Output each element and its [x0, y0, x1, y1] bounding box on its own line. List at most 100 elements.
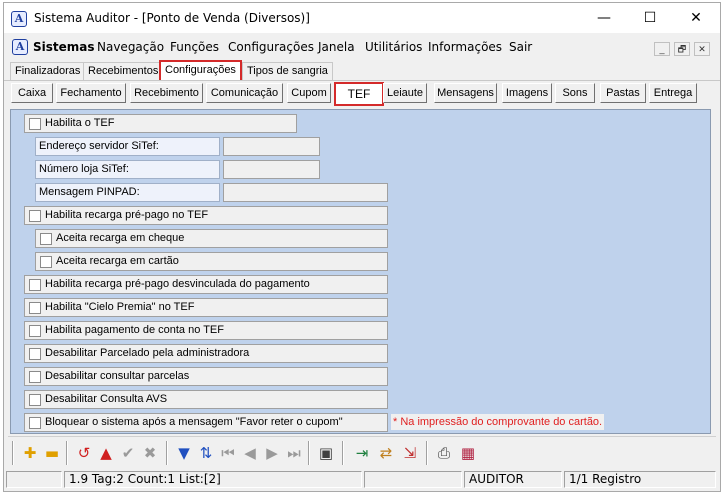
sort-icon[interactable]: ⇅: [196, 443, 216, 463]
export-icon[interactable]: ⇥: [352, 443, 372, 463]
checkbox-box[interactable]: [29, 371, 41, 383]
window-icon[interactable]: ▣: [316, 443, 336, 463]
prev-icon[interactable]: ◀: [240, 443, 260, 463]
desabilitar-avs-checkbox[interactable]: Desabilitar Consulta AVS: [24, 390, 388, 409]
checkbox-box[interactable]: [29, 417, 41, 429]
import-icon[interactable]: ⇄: [376, 443, 396, 463]
menu-funcoes[interactable]: Funções: [170, 40, 219, 54]
menu-configuracoes[interactable]: Configurações: [228, 40, 314, 54]
recarga-desvinculada-checkbox[interactable]: Habilita recarga pré-pago desvinculada d…: [24, 275, 388, 294]
checkbox-box[interactable]: [40, 233, 52, 245]
checkbox-box[interactable]: [29, 325, 41, 337]
bloquear-sistema-note: * Na impressão do comprovante do cartão.: [391, 414, 605, 430]
alert-icon[interactable]: ▲: [96, 443, 116, 463]
menu-sair[interactable]: Sair: [509, 40, 532, 54]
toolbar-separator: [342, 441, 344, 465]
habilita-tef-checkbox[interactable]: Habilita o TEF: [24, 114, 297, 133]
filter-icon[interactable]: ▼: [174, 443, 194, 463]
toolbar-separator: [166, 441, 168, 465]
tab-entrega[interactable]: Entrega: [649, 83, 697, 103]
recarga-prepago-checkbox[interactable]: Habilita recarga pré-pago no TEF: [24, 206, 388, 225]
checkbox-label: Desabilitar consultar parcelas: [45, 370, 190, 382]
print-icon[interactable]: ⎙: [434, 443, 454, 463]
checkbox-box[interactable]: [29, 210, 41, 222]
checkbox-label: Aceita recarga em cartão: [56, 255, 179, 267]
window-title: Sistema Auditor - [Ponto de Venda (Diver…: [34, 11, 310, 25]
tab-tipos-de-sangria[interactable]: Tipos de sangria: [242, 62, 333, 80]
checkbox-box[interactable]: [29, 302, 41, 314]
main-window: A Sistema Auditor - [Ponto de Venda (Div…: [3, 2, 721, 492]
status-bar: 1.9 Tag:2 Count:1 List:[2] AUDITOR 1/1 R…: [4, 469, 720, 491]
toolbar-separator: [66, 441, 68, 465]
transfer-icon[interactable]: ⇲: [400, 443, 420, 463]
cielo-premia-checkbox[interactable]: Habilita "Cielo Premia" no TEF: [24, 298, 388, 317]
endereco-servidor-label: Endereço servidor SiTef:: [35, 137, 220, 156]
mdi-close-button[interactable]: ✕: [694, 42, 710, 56]
checkbox-box[interactable]: [29, 394, 41, 406]
mensagem-pinpad-label: Mensagem PINPAD:: [35, 183, 220, 202]
tab-fechamento[interactable]: Fechamento: [56, 83, 126, 103]
maximize-button[interactable]: ☐: [627, 3, 673, 33]
checkbox-box[interactable]: [29, 279, 41, 291]
status-info: 1.9 Tag:2 Count:1 List:[2]: [64, 471, 362, 488]
calendar-icon[interactable]: ▦: [458, 443, 478, 463]
aceita-recarga-cheque-checkbox[interactable]: Aceita recarga em cheque: [35, 229, 388, 248]
checkbox-box[interactable]: [29, 118, 41, 130]
menu-janela[interactable]: Janela: [318, 40, 355, 54]
tab-sons[interactable]: Sons: [555, 83, 595, 103]
tab-recebimento[interactable]: Recebimento: [130, 83, 203, 103]
next-icon[interactable]: ▶: [262, 443, 282, 463]
remove-icon[interactable]: ▬: [42, 443, 62, 463]
checkbox-box[interactable]: [40, 256, 52, 268]
checkbox-box[interactable]: [29, 348, 41, 360]
checkbox-label: Habilita "Cielo Premia" no TEF: [45, 301, 195, 313]
tab-configuracoes[interactable]: Configurações: [159, 60, 242, 80]
checkbox-label: Habilita o TEF: [45, 117, 115, 129]
tab-imagens[interactable]: Imagens: [502, 83, 552, 103]
secondary-tab-strip: Caixa Fechamento Recebimento Comunicação…: [4, 81, 720, 107]
tab-pastas[interactable]: Pastas: [600, 83, 646, 103]
toolbar-separator: [426, 441, 428, 465]
sistemas-logo-icon: A: [12, 39, 28, 55]
checkbox-label: Habilita pagamento de conta no TEF: [45, 324, 224, 336]
first-icon[interactable]: ⏮: [218, 443, 238, 463]
status-record: 1/1 Registro: [564, 471, 716, 488]
bloquear-sistema-checkbox[interactable]: Bloquear o sistema após a mensagem "Favo…: [24, 413, 388, 432]
confirm-icon[interactable]: ✔: [118, 443, 138, 463]
mensagem-pinpad-input[interactable]: [223, 183, 388, 202]
minimize-button[interactable]: —: [581, 3, 627, 33]
menu-navegacao[interactable]: Navegação: [97, 40, 164, 54]
numero-loja-input[interactable]: [223, 160, 320, 179]
checkbox-label: Desabilitar Consulta AVS: [45, 393, 168, 405]
checkbox-label: Desabilitar Parcelado pela administrador…: [45, 347, 250, 359]
desabilitar-parcelado-checkbox[interactable]: Desabilitar Parcelado pela administrador…: [24, 344, 388, 363]
title-bar: A Sistema Auditor - [Ponto de Venda (Div…: [4, 3, 720, 33]
menu-informacoes[interactable]: Informações: [428, 40, 502, 54]
desabilitar-consultar-parcelas-checkbox[interactable]: Desabilitar consultar parcelas: [24, 367, 388, 386]
tab-comunicacao[interactable]: Comunicação: [206, 83, 283, 103]
undo-icon[interactable]: ↺: [74, 443, 94, 463]
aceita-recarga-cartao-checkbox[interactable]: Aceita recarga em cartão: [35, 252, 388, 271]
menu-bar: A Sistemas Navegação Funções Configuraçõ…: [4, 34, 720, 60]
tab-recebimentos[interactable]: Recebimentos: [83, 62, 164, 80]
add-icon[interactable]: ✚: [20, 443, 40, 463]
mdi-minimize-button[interactable]: _: [654, 42, 670, 56]
tab-caixa[interactable]: Caixa: [11, 83, 53, 103]
toolbar-separator: [308, 441, 310, 465]
status-cell-1: [6, 471, 62, 488]
endereco-servidor-input[interactable]: [223, 137, 320, 156]
last-icon[interactable]: ⏭: [284, 443, 304, 463]
menu-sistemas[interactable]: Sistemas: [33, 40, 95, 54]
mdi-restore-button[interactable]: 🗗: [674, 42, 690, 56]
close-button[interactable]: ✕: [673, 3, 719, 33]
pagamento-conta-checkbox[interactable]: Habilita pagamento de conta no TEF: [24, 321, 388, 340]
menu-utilitarios[interactable]: Utilitários: [365, 40, 422, 54]
tab-mensagens[interactable]: Mensagens: [434, 83, 497, 103]
tab-finalizadoras[interactable]: Finalizadoras: [10, 62, 86, 80]
numero-loja-label: Número loja SiTef:: [35, 160, 220, 179]
tab-leiaute[interactable]: Leiaute: [383, 83, 427, 103]
checkbox-label: Aceita recarga em cheque: [56, 232, 185, 244]
tab-tef[interactable]: TEF: [334, 82, 384, 106]
tab-cupom[interactable]: Cupom: [287, 83, 331, 103]
cancel-icon[interactable]: ✖: [140, 443, 160, 463]
